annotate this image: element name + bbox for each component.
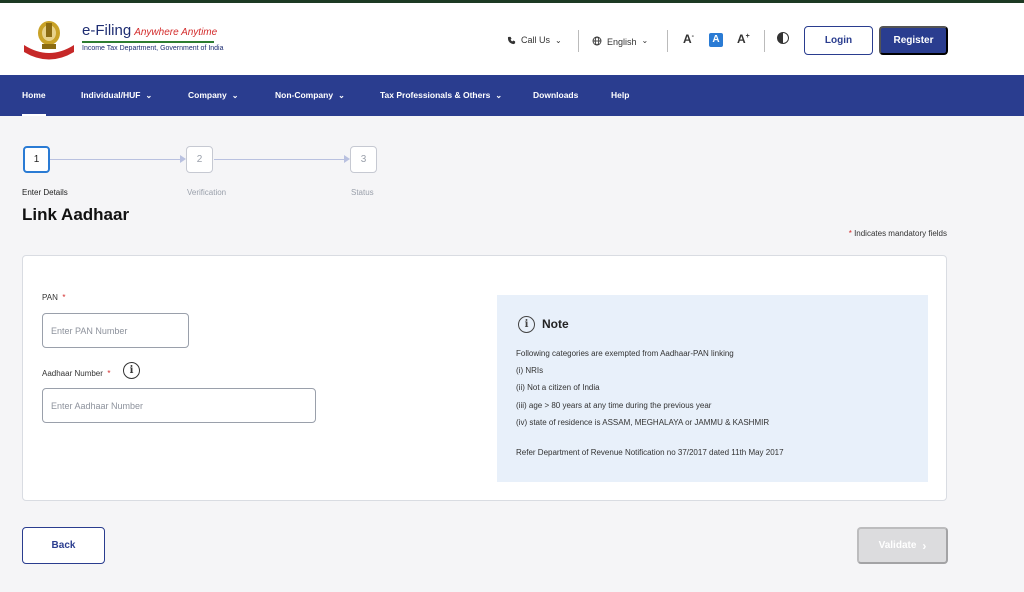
note-item: (iv) state of residence is ASSAM, MEGHAL… (516, 418, 770, 427)
contrast-toggle-icon[interactable] (777, 32, 789, 44)
register-button[interactable]: Register (879, 26, 948, 55)
note-reference: Refer Department of Revenue Notification… (516, 448, 784, 457)
logo-title: e-Filing Anywhere Anytime (82, 22, 218, 39)
back-button[interactable]: Back (22, 527, 105, 564)
logo-tagline: Anywhere Anytime (134, 27, 218, 38)
header-divider (578, 30, 579, 52)
mandatory-note: * Indicates mandatory fields (848, 229, 947, 238)
note-intro: Following categories are exempted from A… (516, 349, 734, 358)
efiling-logo[interactable]: e-Filing Anywhere Anytime Income Tax Depa… (20, 17, 224, 63)
call-us-dropdown[interactable]: Call Us ⌄ (507, 35, 562, 45)
nav-item-non-company[interactable]: Non-Company ⌄ (275, 75, 345, 116)
call-us-label: Call Us (521, 35, 551, 45)
globe-icon (592, 36, 602, 45)
phone-icon (507, 36, 516, 44)
chevron-down-icon: ⌄ (231, 91, 239, 100)
info-icon: i (518, 316, 535, 333)
chevron-down-icon: ⌄ (555, 35, 562, 45)
note-title: Note (542, 317, 569, 331)
chevron-down-icon: ⌄ (641, 36, 649, 45)
pan-label: PAN * (42, 293, 66, 302)
nav-item-company[interactable]: Company ⌄ (188, 75, 238, 116)
step-1-indicator: 1 (23, 146, 50, 173)
chevron-down-icon: ⌄ (495, 91, 503, 100)
info-icon[interactable]: i (123, 362, 140, 379)
step-1-label: Enter Details (22, 188, 68, 197)
nav-item-help[interactable]: Help (611, 75, 629, 116)
pan-input[interactable] (42, 313, 189, 348)
step-connector (214, 159, 344, 160)
chevron-down-icon: ⌄ (338, 91, 345, 100)
chevron-down-icon: ⌄ (145, 91, 153, 100)
header-divider (667, 30, 668, 52)
validate-button[interactable]: Validate › (857, 527, 948, 564)
aadhaar-input[interactable] (42, 388, 316, 423)
nav-item-tax-professionals[interactable]: Tax Professionals & Others ⌄ (380, 75, 502, 116)
page-title: Link Aadhaar (22, 205, 130, 224)
aadhaar-label: Aadhaar Number * (42, 369, 111, 378)
login-button[interactable]: Login (804, 26, 873, 55)
logo-subtitle: Income Tax Department, Government of Ind… (82, 45, 224, 52)
header-divider (764, 30, 765, 52)
note-item: (ii) Not a citizen of India (516, 383, 600, 392)
nav-item-individual-huf[interactable]: Individual/HUF ⌄ (81, 75, 152, 116)
note-item: (i) NRIs (516, 366, 544, 375)
top-header: e-Filing Anywhere Anytime Income Tax Depa… (0, 0, 1024, 75)
font-increase-button[interactable]: A+ (737, 32, 750, 46)
font-default-button[interactable]: A (709, 33, 723, 47)
nav-item-home[interactable]: Home (22, 75, 46, 116)
logo-underline (82, 41, 214, 43)
note-panel: i Note Following categories are exempted… (497, 295, 928, 482)
note-item: (iii) age > 80 years at any time during … (516, 401, 712, 410)
nav-item-downloads[interactable]: Downloads (533, 75, 578, 116)
font-decrease-button[interactable]: A- (683, 32, 694, 46)
step-3-label: Status (351, 188, 374, 197)
step-2-label: Verification (187, 188, 227, 197)
step-2-indicator: 2 (186, 146, 213, 173)
chevron-right-icon: › (922, 538, 927, 553)
step-3-indicator: 3 (350, 146, 377, 173)
emblem-icon (24, 21, 74, 60)
main-nav: Home Individual/HUF ⌄ Company ⌄ Non-Compan… (0, 75, 1024, 116)
language-dropdown[interactable]: English ⌄ (592, 34, 648, 47)
step-connector (50, 159, 180, 160)
language-label: English (607, 37, 637, 47)
